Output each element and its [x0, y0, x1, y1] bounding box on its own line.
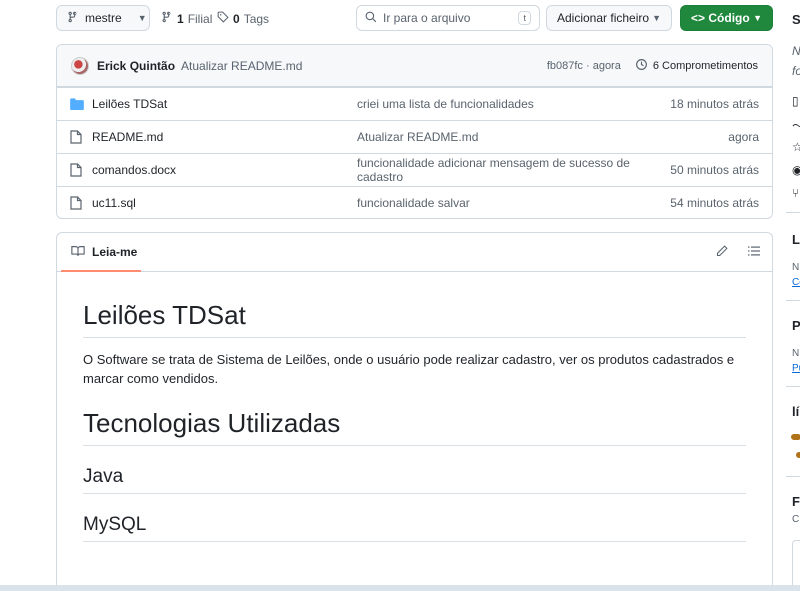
commits-history-link[interactable]: 6 Comprometimentos: [635, 58, 758, 74]
tab-readme[interactable]: Leia-me: [69, 233, 139, 272]
search-icon: [365, 11, 377, 26]
outline-list-icon[interactable]: [748, 245, 760, 260]
commit-message[interactable]: Atualizar README.md: [181, 59, 302, 73]
commit-hash: fb087fc: [546, 59, 583, 72]
readme-description: O Software se trata de Sistema de Leilõe…: [83, 352, 735, 386]
add-file-label: Adicionar ficheiro: [557, 11, 650, 25]
code-button[interactable]: <> Código ▼: [680, 5, 773, 31]
file-row[interactable]: Leilões TDSat criei uma lista de funcion…: [57, 87, 772, 120]
sidebar-link-fragment[interactable]: Co: [792, 277, 800, 288]
commit-hash-age[interactable]: fb087fc · agora: [547, 60, 621, 72]
languages-heading-fragment: lí: [792, 404, 800, 419]
commit-age: agora: [592, 59, 621, 72]
sidebar-heading-fragment: Fl: [792, 494, 800, 509]
file-row[interactable]: uc11.sql funcionalidade salvar 54 minuto…: [57, 186, 772, 218]
git-branch-icon: [161, 11, 173, 26]
readme-tab-label: Leia-me: [92, 245, 138, 259]
chevron-down-icon: ▼: [652, 13, 661, 23]
sidebar-link-fragment[interactable]: Pu: [792, 363, 800, 374]
file-name-link[interactable]: README.md: [92, 130, 357, 144]
tag-icon: [217, 11, 229, 26]
readme-link-icon[interactable]: ▯: [792, 94, 799, 108]
sidebar-divider: [786, 386, 800, 387]
tags-link[interactable]: 0 Tags: [217, 11, 269, 26]
language-dot: [796, 452, 800, 458]
window-bottom-edge: [0, 585, 800, 591]
file-search-input[interactable]: Ir para o arquivo t: [356, 5, 540, 31]
tech-item: Java: [83, 466, 746, 494]
file-icon: [70, 130, 86, 144]
commits-count-label: 6 Comprometimentos: [652, 59, 758, 72]
file-commit-message[interactable]: Atualizar README.md: [357, 130, 657, 144]
file-icon: [70, 196, 86, 210]
packages-heading-fragment: P: [792, 318, 800, 333]
search-shortcut-hint: t: [518, 11, 531, 25]
book-icon: [71, 245, 85, 260]
git-branch-icon: [67, 11, 79, 26]
readme-panel: Leia-me Leilões TDSat O Software se trat…: [56, 232, 773, 591]
history-icon: [635, 58, 648, 74]
file-row[interactable]: comandos.docx funcionalidade adicionar m…: [57, 153, 772, 186]
file-commit-message[interactable]: funcionalidade salvar: [357, 196, 657, 210]
readme-title: Leilões TDSat: [83, 300, 746, 338]
code-label: Código: [708, 11, 750, 25]
sidebar-text-fragment: N: [792, 348, 800, 359]
sidebar-heading-fragment: S: [792, 12, 800, 27]
tech-heading: Tecnologias Utilizadas: [83, 408, 746, 446]
star-icon[interactable]: ☆: [792, 140, 800, 154]
file-commit-message[interactable]: criei uma lista de funcionalidades: [357, 97, 657, 111]
sidebar-divider: [786, 300, 800, 301]
add-file-button[interactable]: Adicionar ficheiro ▼: [546, 5, 672, 31]
branch-name: mestre: [85, 11, 122, 25]
sidebar-card-edge: [792, 540, 800, 590]
latest-commit-bar: Erick Quintão Atualizar README.md fb087f…: [57, 45, 772, 87]
file-commit-message[interactable]: funcionalidade adicionar mensagem de suc…: [357, 156, 657, 184]
sidebar-text-fragment: fo: [792, 64, 800, 78]
sidebar-text-fragment: N: [792, 44, 800, 58]
readme-content: Leilões TDSat O Software se trata de Sis…: [57, 300, 772, 542]
file-age: 50 minutos atrás: [670, 163, 759, 177]
sidebar-divider: [786, 476, 800, 477]
commit-author[interactable]: Erick Quintão: [97, 59, 175, 73]
branch-selector-button[interactable]: mestre ▼: [56, 5, 150, 31]
search-placeholder: Ir para o arquivo: [383, 11, 471, 25]
releases-heading-fragment: La: [792, 232, 800, 247]
chevron-down-icon: ▼: [137, 13, 147, 23]
file-age: 54 minutos atrás: [670, 196, 759, 210]
branches-count: 1: [177, 11, 184, 26]
language-bar: [791, 434, 800, 440]
sidebar-divider: [786, 212, 800, 213]
file-list-panel: Erick Quintão Atualizar README.md fb087f…: [56, 44, 773, 219]
readme-actions: [716, 244, 760, 260]
readme-header: Leia-me: [57, 233, 772, 272]
pencil-icon[interactable]: [716, 244, 728, 260]
activity-icon[interactable]: 〜: [792, 117, 800, 134]
about-sidebar: S N fo ▯ 〜 ☆ ◉ ⑂ La N Co P N Pu lí Fl C: [786, 0, 800, 591]
commit-separator: ·: [585, 59, 590, 72]
file-name-link[interactable]: Leilões TDSat: [92, 97, 357, 111]
file-age: 18 minutos atrás: [670, 97, 759, 111]
folder-icon: [70, 98, 86, 110]
tech-item: MySQL: [83, 514, 746, 542]
code-icon: <>: [691, 11, 706, 25]
file-row[interactable]: README.md Atualizar README.md agora: [57, 120, 772, 153]
active-tab-indicator: [61, 270, 141, 272]
chevron-down-icon: ▼: [753, 13, 762, 23]
avatar[interactable]: [71, 56, 89, 75]
tags-label: Tags: [243, 11, 270, 26]
file-age: agora: [728, 130, 759, 144]
eye-icon[interactable]: ◉: [792, 163, 800, 177]
file-icon: [70, 163, 86, 177]
file-name-link[interactable]: uc11.sql: [92, 196, 357, 210]
tags-count: 0: [233, 11, 240, 26]
sidebar-text-fragment: N: [792, 262, 800, 273]
branches-link[interactable]: 1 Filial: [161, 11, 212, 26]
file-name-link[interactable]: comandos.docx: [92, 163, 357, 177]
fork-icon[interactable]: ⑂: [792, 186, 799, 200]
sidebar-text-fragment: C: [792, 514, 800, 525]
commit-meta: fb087fc · agora 6 Comprometimentos: [547, 58, 758, 74]
branches-label: Filial: [187, 11, 213, 26]
